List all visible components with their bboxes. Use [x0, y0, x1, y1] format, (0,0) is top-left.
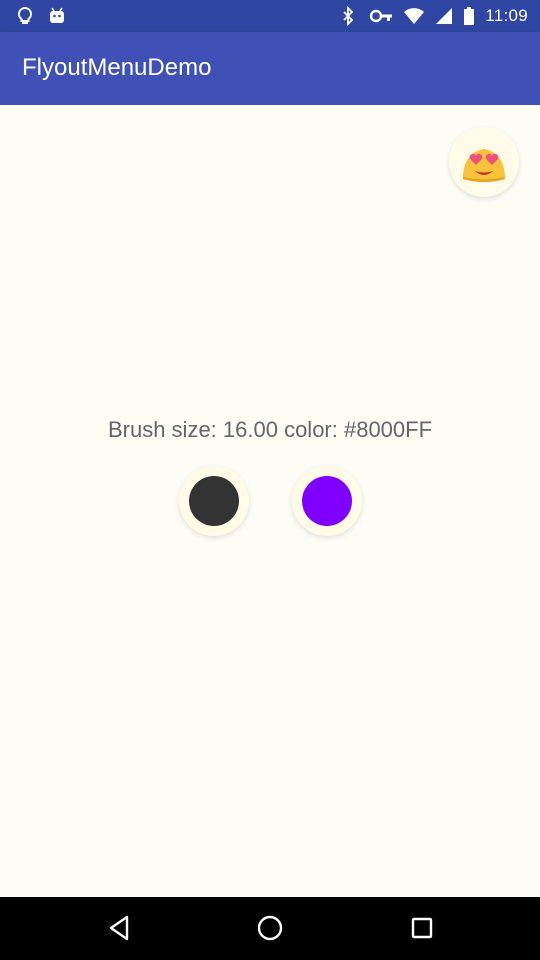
- brush-color-button[interactable]: [292, 466, 362, 536]
- wifi-icon: [403, 6, 425, 26]
- back-icon[interactable]: [105, 913, 135, 943]
- status-bar: 11:09: [0, 0, 540, 32]
- lightbulb-icon: [16, 6, 34, 26]
- app-title: FlyoutMenuDemo: [22, 54, 212, 81]
- brush-size-swatch: [189, 476, 239, 526]
- app-bar: FlyoutMenuDemo: [0, 32, 540, 105]
- battery-icon: [463, 6, 475, 26]
- content-area: [0, 105, 540, 897]
- bluetooth-icon: [341, 5, 359, 27]
- smiling-heart-eyes-emoji-icon: [463, 149, 505, 182]
- vpn-key-icon: [369, 6, 393, 26]
- brush-size-button[interactable]: [179, 466, 249, 536]
- recents-icon[interactable]: [407, 913, 437, 943]
- brush-color-swatch: [302, 476, 352, 526]
- home-icon[interactable]: [255, 913, 285, 943]
- android-icon: [48, 6, 66, 26]
- emoji-fab-button[interactable]: [449, 127, 519, 197]
- signal-icon: [435, 6, 453, 26]
- status-clock: 11:09: [485, 6, 528, 25]
- navigation-bar: [0, 897, 540, 960]
- brush-status-text: Brush size: 16.00 color: #8000FF: [107, 417, 433, 442]
